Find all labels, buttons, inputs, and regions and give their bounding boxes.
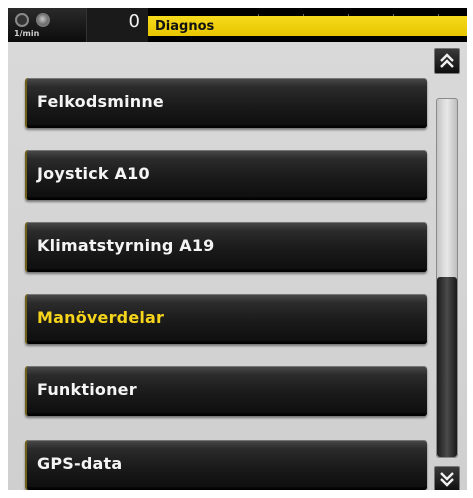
app-frame: 1/min 0 Diagnos Felkodsminne Joystick A1… <box>8 8 467 490</box>
title-area: Diagnos <box>148 8 467 42</box>
menu-item-klimatstyrning-a19[interactable]: Klimatstyrning A19 <box>25 222 427 272</box>
scrollbar-thumb[interactable] <box>437 277 457 457</box>
menu-item-joystick-a10[interactable]: Joystick A10 <box>25 150 427 200</box>
menu-item-funktioner[interactable]: Funktioner <box>25 366 427 416</box>
scrollbar-track[interactable] <box>436 98 458 458</box>
title-strip: Diagnos <box>148 16 467 36</box>
double-chevron-down-icon <box>440 472 454 487</box>
menu-item-label: Manöverdelar <box>37 308 165 327</box>
menu-item-label: GPS-data <box>37 454 123 473</box>
page-title: Diagnos <box>155 19 215 34</box>
menu-item-label: Funktioner <box>37 380 137 399</box>
indicator-ring-icon <box>15 13 29 27</box>
rpm-gauge: 1/min <box>8 8 86 42</box>
menu-item-gps-data[interactable]: GPS-data <box>25 440 427 490</box>
rpm-unit-label: 1/min <box>14 29 40 38</box>
scroll-down-button[interactable] <box>434 466 460 490</box>
menu-item-label: Joystick A10 <box>37 164 150 183</box>
menu-list: Felkodsminne Joystick A10 Klimatstyrning… <box>8 42 467 490</box>
scroll-up-button[interactable] <box>434 48 460 74</box>
menu-item-label: Felkodsminne <box>37 92 164 111</box>
menu-item-label: Klimatstyrning A19 <box>37 236 215 255</box>
counter-value: 0 <box>128 11 140 32</box>
counter-display: 0 <box>86 8 148 42</box>
indicator-light-icon <box>36 13 50 27</box>
menu-item-manoverdelar[interactable]: Manöverdelar <box>25 294 427 344</box>
status-bar: 1/min 0 Diagnos <box>8 8 467 42</box>
menu-item-felkodsminne[interactable]: Felkodsminne <box>25 78 427 128</box>
double-chevron-up-icon <box>440 53 454 68</box>
